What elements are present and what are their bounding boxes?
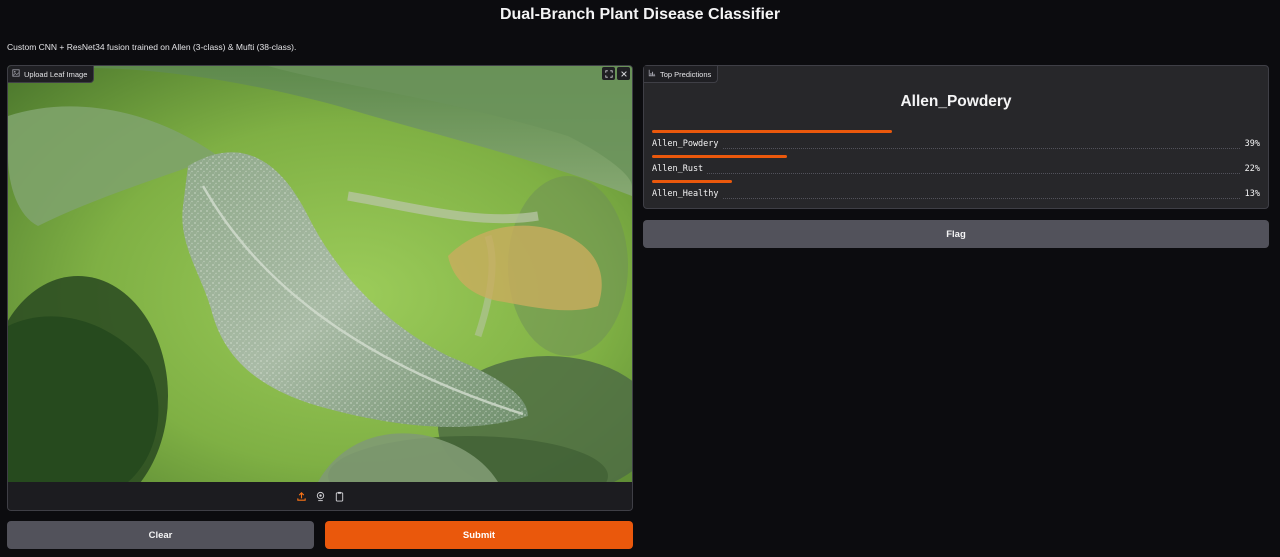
fullscreen-icon[interactable] [602, 67, 615, 80]
flag-button[interactable]: Flag [643, 220, 1269, 248]
clear-button[interactable]: Clear [7, 521, 314, 549]
confidence-bar [652, 155, 787, 158]
confidence-value: 39% [1240, 139, 1260, 149]
confidence-bar [652, 180, 732, 183]
page-subtitle: Custom CNN + ResNet34 fusion trained on … [7, 42, 297, 52]
confidence-row: Allen_Powdery 39% [652, 130, 1260, 154]
confidence-label: Allen_Healthy [652, 189, 723, 199]
confidence-value: 13% [1240, 189, 1260, 199]
confidence-row: Allen_Rust 22% [652, 155, 1260, 179]
image-panel-corner-buttons [602, 67, 630, 80]
confidence-dots [652, 148, 1260, 149]
webcam-icon[interactable] [314, 490, 327, 503]
leaf-image [8, 66, 632, 482]
confidence-label: Allen_Powdery [652, 139, 723, 149]
confidence-bar [652, 130, 892, 133]
predictions-panel: Top Predictions Allen_Powdery Allen_Powd… [643, 65, 1269, 209]
image-panel-label: Upload Leaf Image [8, 66, 95, 83]
upload-icon[interactable] [295, 490, 308, 503]
image-icon [12, 69, 20, 79]
image-panel-label-text: Upload Leaf Image [24, 69, 88, 79]
top-prediction-label: Allen_Powdery [900, 93, 1012, 110]
page-title: Dual-Branch Plant Disease Classifier [499, 6, 781, 23]
confidence-dots [652, 173, 1260, 174]
image-source-bar [8, 482, 632, 510]
image-upload-panel[interactable]: Upload Leaf Image [7, 65, 633, 511]
confidence-label: Allen_Rust [652, 164, 708, 174]
predictions-panel-label-text: Top Predictions [660, 69, 712, 79]
predictions-panel-label: Top Predictions [644, 66, 719, 83]
confidence-dots [652, 198, 1260, 199]
clipboard-icon[interactable] [333, 490, 346, 503]
bar-chart-icon [648, 69, 656, 79]
close-icon[interactable] [617, 67, 630, 80]
confidence-row: Allen_Healthy 13% [652, 180, 1260, 204]
submit-button[interactable]: Submit [325, 521, 633, 549]
confidence-value: 22% [1240, 164, 1260, 174]
